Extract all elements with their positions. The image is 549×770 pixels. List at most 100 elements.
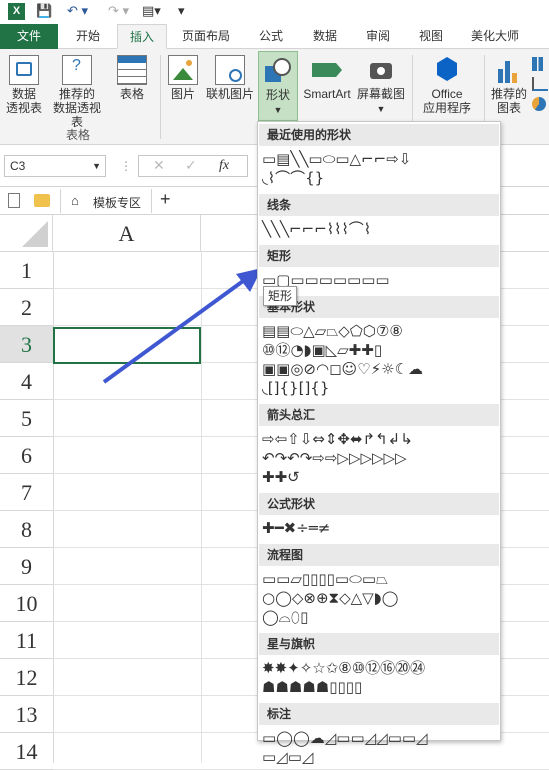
row-header[interactable]: 7 [0,474,53,511]
shape-row[interactable]: ◯⌓⬯▯ [262,608,308,626]
shape-row[interactable]: ⇨⇦⇧⇩⇔⇕✥⬌↱↰↲↳ [262,430,413,448]
row-header[interactable]: 6 [0,437,53,474]
shape-row[interactable]: ╲╲╲⌐⌐⌐⌇⌇⌇⌒⌇ [262,220,371,238]
shapes-section-title: 箭头总汇 [259,404,499,426]
shapes-section-title: 矩形 [259,245,499,267]
shape-row[interactable]: ⑩⑫◔◗▣◺▱✚✚▯ [262,341,382,359]
formula-buttons: ✕ ✓ fx [138,155,248,177]
shapes-section-title: 线条 [259,194,499,216]
column-header-a[interactable]: A [53,215,201,252]
shape-row[interactable]: ☗☗☗☗☗▯▯▯▯ [262,678,362,696]
table-button[interactable]: 表格 [110,55,154,101]
shape-row[interactable]: ▭◿▭◿ [262,748,313,766]
online-picture-label: 联机图片 [205,87,254,101]
tab-file[interactable]: 文件 [0,24,58,49]
online-picture-icon [215,55,245,85]
shapes-button[interactable]: 形状 ▼ [258,51,298,121]
row-header[interactable]: 10 [0,585,53,622]
pivot-table-label: 数据 透视表 [5,87,42,115]
office-apps-label: Office 应用程序 [422,87,471,115]
undo-icon[interactable]: ↶ ▾ [67,3,88,19]
shape-row[interactable]: ▭▤╲╲▭⬭▭△⌐⌐⇨⇩ [262,150,411,168]
online-picture-button[interactable]: 联机图片 [202,55,258,101]
row-header[interactable]: 12 [0,659,53,696]
row-header[interactable]: 2 [0,289,53,326]
row-header[interactable]: 13 [0,696,53,733]
folder-icon[interactable] [34,194,50,207]
redo-icon[interactable]: ↷ ▾ [108,3,129,19]
screenshot-label: 屏幕截图 [356,87,405,101]
customize-toolbar-icon[interactable]: ▾ [178,3,185,19]
sheet-tab-label: 模板专区 [93,196,142,210]
recommended-pivot-label: 推荐的 数据透视表 [52,87,101,129]
row-header[interactable]: 9 [0,548,53,585]
screenshot-dropdown-icon: ▼ [376,104,386,114]
screenshot-button[interactable]: 屏幕截图 ▼ [354,55,408,116]
tab-home[interactable]: 开始 [62,24,114,49]
add-sheet-button[interactable]: + [160,189,171,210]
office-apps-button[interactable]: Office 应用程序 [416,55,478,115]
new-file-icon[interactable] [8,193,20,208]
pivot-table-icon [9,55,39,85]
row-header[interactable]: 14 [0,733,53,770]
insert-function-icon[interactable]: fx [219,158,229,174]
picture-icon [168,55,198,85]
screenshot-icon [366,55,396,85]
tab-data[interactable]: 数据 [300,24,350,49]
shape-row[interactable]: ▤▤⬭△▱⏢◇⬠⬡⑦⑧ [262,322,403,340]
smartart-icon [312,55,342,85]
ribbon-tabs: 文件 开始 插入 页面布局 公式 数据 审阅 视图 美化大师 [0,24,549,49]
row-header[interactable]: 5 [0,400,53,437]
shape-row[interactable]: ▭◯◯☁◿▭▭◿◿▭▭◿ [262,729,428,747]
row-header[interactable]: 3 [0,326,53,363]
tab-view[interactable]: 视图 [406,24,456,49]
tab-insert[interactable]: 插入 [117,24,167,49]
tab-page-layout[interactable]: 页面布局 [170,24,242,49]
sheet-tab-template[interactable]: ⌂ 模板专区 [60,189,152,213]
shapes-section-title: 公式形状 [259,493,499,515]
smartart-button[interactable]: SmartArt [300,55,354,101]
tab-review[interactable]: 审阅 [353,24,403,49]
pivot-table-button[interactable]: 数据 透视表 [2,55,46,115]
shapes-label: 形状 [265,88,290,102]
print-preview-icon[interactable]: ▤▾ [142,3,161,19]
shape-row[interactable]: ▣▣◎⊘◠◻☺♡⚡☼☾☁ [262,360,423,378]
more-icon: ⋮ [120,159,132,173]
shape-row[interactable]: ◟[]{}[]{} [262,379,329,397]
picture-label: 图片 [170,87,195,101]
row-header[interactable]: 8 [0,511,53,548]
row-header[interactable]: 4 [0,363,53,400]
select-all-corner[interactable] [0,215,53,252]
row-header[interactable]: 11 [0,622,53,659]
shape-row[interactable]: ✸✸✦✧☆✩⑧⑩⑫⑯⑳㉔ [262,659,425,677]
recommended-charts-button[interactable]: 推荐的 图表 [488,55,530,115]
shape-row[interactable]: ✚✚↺ [262,468,300,486]
picture-button[interactable]: 图片 [164,55,202,101]
name-box[interactable]: C3 ▼ [4,155,106,177]
shapes-gallery: 最近使用的形状 ▭▤╲╲▭⬭▭△⌐⌐⇨⇩ ◟⌇⌒⌒{} 线条 ╲╲╲⌐⌐⌐⌇⌇⌇⌒⌇ 矩形… [257,121,501,766]
save-icon[interactable]: 💾 [36,3,52,19]
shapes-section-title: 流程图 [259,544,499,566]
smartart-label: SmartArt [303,87,351,101]
recommended-pivot-icon: ? [62,55,92,85]
confirm-icon[interactable]: ✓ [185,157,197,174]
table-label: 表格 [119,87,144,101]
row-header[interactable]: 1 [0,252,53,289]
recommended-charts-label: 推荐的 图表 [490,87,527,115]
shapes-icon [263,56,293,86]
shape-row[interactable]: ✚━✖÷═≠ [262,519,330,537]
chart-types-icons[interactable] [532,57,548,117]
shapes-section-title: 星与旗帜 [259,633,499,655]
shapes-dropdown-icon: ▼ [273,105,283,115]
cancel-icon[interactable]: ✕ [153,157,165,174]
recommended-pivot-button[interactable]: ? 推荐的 数据透视表 [48,55,106,129]
name-box-value: C3 [10,159,26,173]
shape-row[interactable]: ↶↷↶↷⇨⇨▷▷▷▷▷▷ [262,449,407,467]
tab-beautify[interactable]: 美化大师 [460,24,530,49]
tab-formulas[interactable]: 公式 [246,24,296,49]
shape-row[interactable]: ○◯◇⊗⊕⧗◇△▽◗◯ [262,589,398,607]
table-icon [117,55,147,85]
shape-row[interactable]: ▭▭▱▯▯▯▯▭⬭▭⏢ [262,570,388,588]
name-box-dropdown-icon[interactable]: ▼ [92,156,101,176]
shape-row[interactable]: ◟⌇⌒⌒{} [262,169,324,187]
